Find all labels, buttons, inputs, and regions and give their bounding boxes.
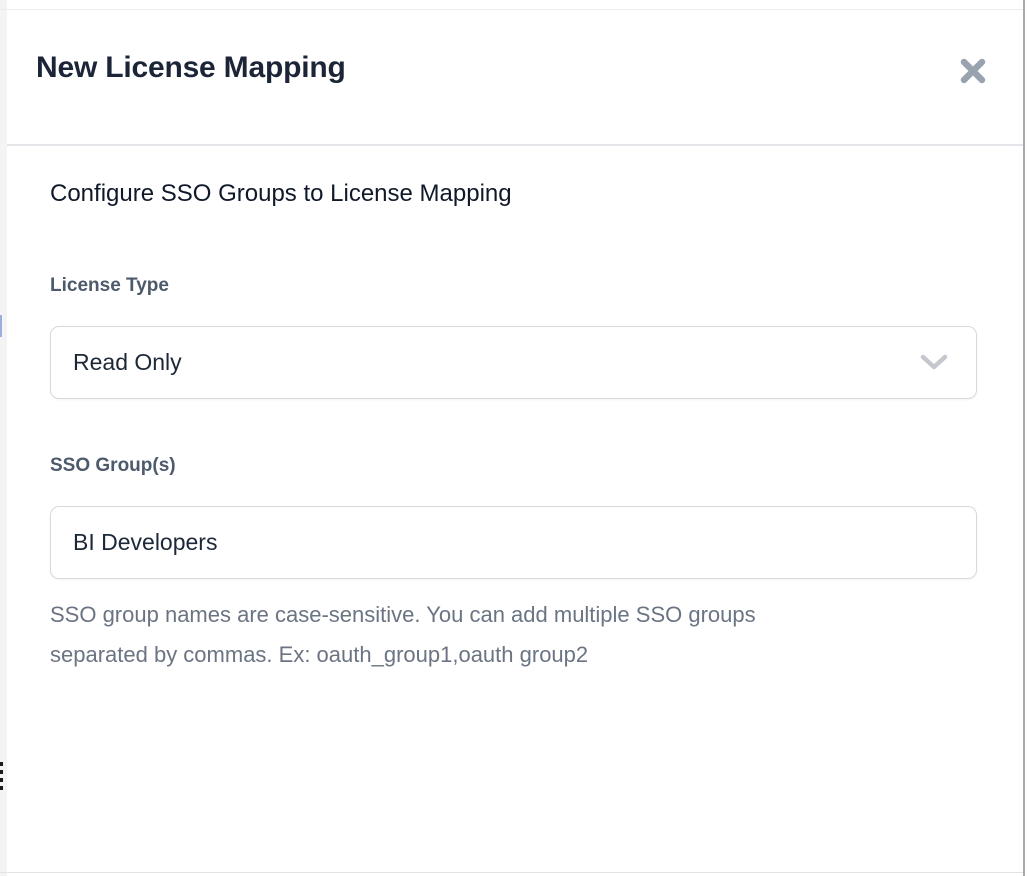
modal-right-edge [1023, 0, 1025, 876]
new-license-mapping-modal: New License Mapping Configure SSO Groups… [7, 10, 1023, 872]
clipped-background-element [0, 315, 2, 337]
modal-subtitle: Configure SSO Groups to License Mapping [50, 178, 512, 210]
license-type-select[interactable]: Read Only [50, 326, 977, 399]
modal-title: New License Mapping [36, 48, 346, 88]
chevron-down-icon [920, 354, 948, 371]
clipped-list-icon [0, 762, 3, 792]
license-type-label: License Type [50, 273, 169, 299]
sso-groups-help-text: SSO group names are case-sensitive. You … [50, 595, 910, 675]
background-left-strip [0, 0, 7, 876]
modal-bottom-edge [0, 872, 1023, 873]
sso-groups-label: SSO Group(s) [50, 453, 176, 479]
header-divider [7, 144, 1023, 146]
license-type-selected-value: Read Only [73, 349, 182, 376]
x-icon [957, 55, 989, 87]
sso-groups-input[interactable] [50, 506, 977, 579]
close-button[interactable] [956, 54, 990, 88]
